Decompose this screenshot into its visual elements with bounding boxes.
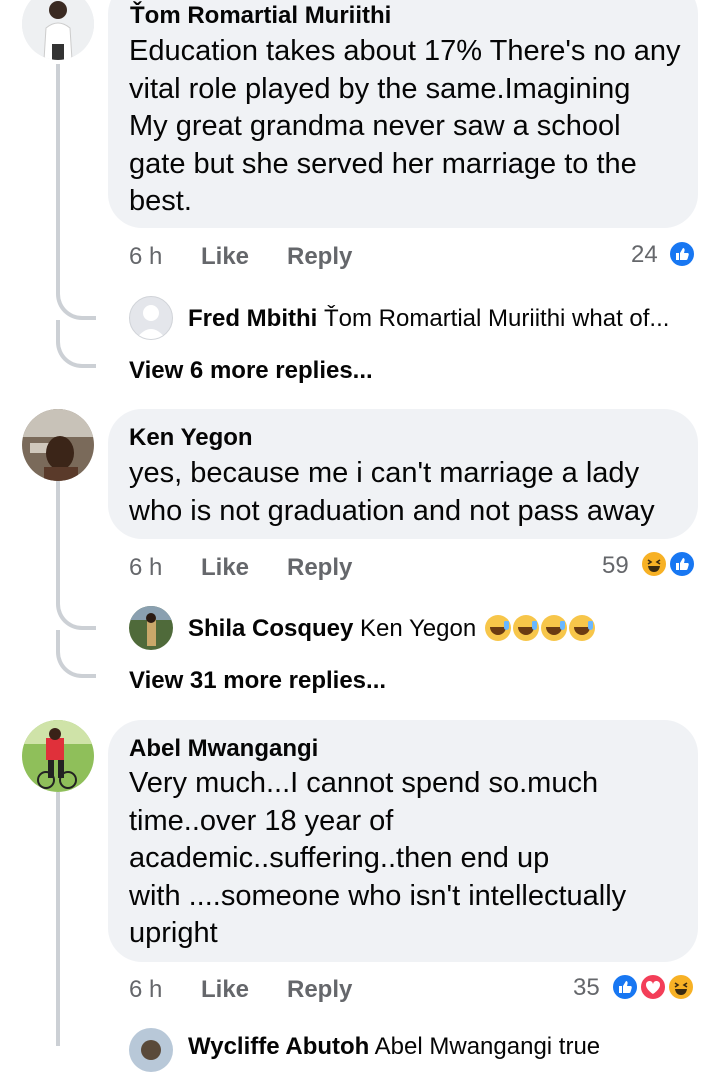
like-button[interactable]: Like (201, 554, 249, 582)
haha-reaction-icon[interactable] (640, 550, 668, 578)
thread-connector (56, 570, 96, 630)
avatar[interactable] (129, 1028, 173, 1072)
like-reaction-icon[interactable] (668, 550, 696, 578)
default-profile-icon (136, 305, 166, 339)
reaction-count[interactable]: 24 (631, 241, 658, 269)
reaction-count[interactable]: 35 (573, 974, 600, 1002)
view-more-replies[interactable]: View 31 more replies... (129, 667, 386, 695)
reply-button[interactable]: Reply (287, 976, 352, 1004)
haha-reaction-icon[interactable] (667, 973, 695, 1001)
user-photo-icon (129, 1028, 173, 1072)
like-reaction-icon[interactable] (668, 240, 696, 268)
love-reaction-icon[interactable] (639, 973, 667, 1001)
user-photo-icon (22, 409, 94, 481)
user-photo-icon (22, 720, 94, 792)
thread-line (56, 64, 60, 292)
user-photo-icon (129, 606, 173, 650)
reply-button[interactable]: Reply (287, 243, 352, 271)
thread-line (56, 792, 60, 1046)
user-photo-icon (22, 0, 94, 60)
view-more-replies[interactable]: View 6 more replies... (129, 357, 373, 385)
comment-text: Very much...I cannot spend so.much time.… (129, 767, 627, 949)
avatar[interactable] (129, 296, 173, 340)
comment-text: yes, because me i can't marriage a lady … (129, 457, 655, 527)
reply-author[interactable]: Fred Mbithi (188, 305, 317, 332)
grinning-sweat-emoji-icon (484, 615, 511, 641)
reply-text: Abel Mwangangi true (374, 1033, 601, 1060)
reply-author[interactable]: Shila Cosquey (188, 615, 353, 642)
avatar[interactable] (22, 409, 94, 481)
grinning-sweat-emoji-icon (512, 615, 539, 641)
reply-author[interactable]: Wycliffe Abutoh (188, 1033, 369, 1060)
comment-author[interactable]: Ťom Romartial Muriithi (130, 2, 391, 30)
thread-connector (56, 260, 96, 320)
grinning-sweat-emoji-icon (540, 615, 567, 641)
reaction-count[interactable]: 59 (602, 552, 629, 580)
comment-time[interactable]: 6 h (129, 554, 162, 582)
thread-connector (56, 320, 96, 368)
comment-author[interactable]: Abel Mwangangi (129, 735, 318, 763)
avatar[interactable] (22, 720, 94, 792)
avatar[interactable] (129, 606, 173, 650)
reply-text: Ken Yegon (360, 615, 477, 642)
reply-button[interactable]: Reply (287, 554, 352, 582)
reply-text: Ťom Romartial Muriithi what of... (324, 305, 670, 332)
reply-preview[interactable]: Fred Mbithi Ťom Romartial Muriithi what … (188, 305, 669, 333)
reply-preview[interactable]: Wycliffe Abutoh Abel Mwangangi true (188, 1033, 600, 1061)
grinning-sweat-emoji-icon (568, 615, 595, 641)
comment-text: Education takes about 17% There's no any… (129, 35, 681, 217)
comment-author[interactable]: Ken Yegon (129, 424, 253, 452)
like-button[interactable]: Like (201, 243, 249, 271)
like-button[interactable]: Like (201, 976, 249, 1004)
reply-preview[interactable]: Shila Cosquey Ken Yegon (188, 615, 595, 643)
comment-time[interactable]: 6 h (129, 243, 162, 271)
comment-time[interactable]: 6 h (129, 976, 162, 1004)
thread-connector (56, 630, 96, 678)
avatar[interactable] (22, 0, 94, 60)
like-reaction-icon[interactable] (611, 973, 639, 1001)
